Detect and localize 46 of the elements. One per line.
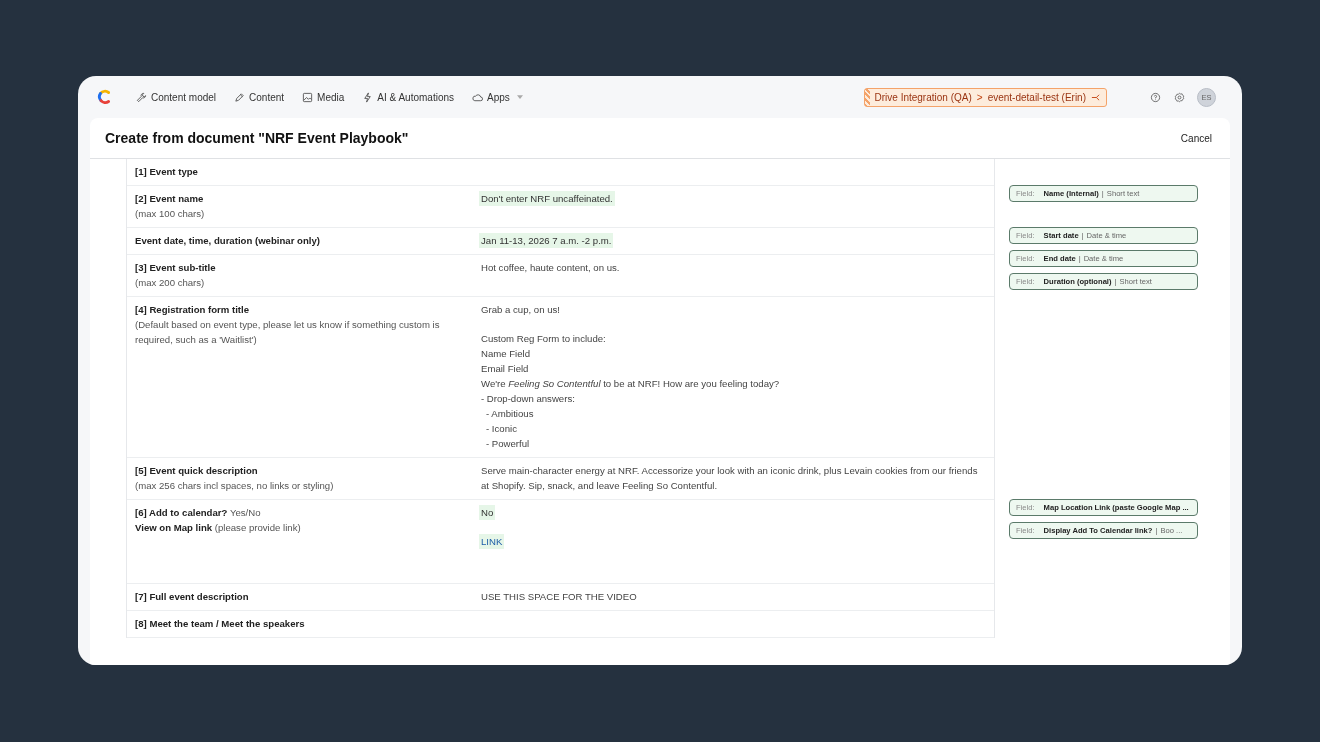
environment-selector[interactable]: Drive Integration (QA) > event-detail-test (Erin) [863, 87, 1107, 107]
field-hint: (Default based on event type, please let us know if something custom is required, such as a 'Waitlist') [135, 318, 441, 347]
field-value: USE THIS SPACE FOR THE VIDEO [481, 590, 637, 604]
field-value: We're Feeling So Contentful to be at NRF! How are you feeling today? [481, 377, 780, 391]
help-icon[interactable] [1150, 91, 1161, 103]
nav-link[interactable]: AI & Automations [362, 91, 455, 103]
field-label: [5] Event quick description [135, 464, 259, 478]
image-icon [302, 91, 314, 103]
nav-link[interactable]: Content [234, 91, 285, 103]
cancel-button[interactable]: Cancel [1174, 128, 1218, 148]
field-hint: (max 200 chars) [135, 276, 206, 290]
field-value: Email Field [481, 362, 529, 376]
nav-link[interactable]: Apps [472, 91, 523, 103]
field-value: - Iconic [485, 422, 517, 436]
field-label: [6] Add to calendar? Yes/No [135, 506, 262, 520]
field-value: Don't enter NRF uncaffeinated. [479, 191, 615, 206]
dialog-title: Create from document "NRF Event Playbook" [105, 130, 409, 146]
link[interactable]: LINK [479, 534, 505, 549]
settings-icon[interactable] [1174, 91, 1185, 103]
field-value: - Ambitious [485, 407, 534, 421]
wrench-icon [136, 91, 147, 103]
nav-link[interactable]: Content model [136, 91, 217, 103]
field-label: Event date, time, duration (webinar only) [135, 234, 321, 248]
branch-icon [1091, 92, 1100, 102]
field-value: Jan 11-13, 2026 7 a.m. -2 p.m. [479, 233, 614, 248]
field-hint: (max 100 chars) [135, 207, 206, 221]
field-label: [4] Registration form title [135, 303, 251, 317]
field-label: View on Map link (please provide link) [135, 521, 302, 535]
field-label: [7] Full event description [135, 590, 250, 604]
field-label: [1] Event type [135, 165, 199, 179]
bolt-icon [362, 91, 374, 103]
field-label: [8] Meet the team / Meet the speakers [135, 617, 306, 631]
field-value: - Powerful [485, 437, 530, 451]
pen-icon [234, 91, 246, 103]
field-value: Serve main-character energy at NRF. Accessorize your look with an iconic drink, plus Levain cookies from our friends at Shopify. Sip, snack, and leave Feeling So Contentful. [481, 464, 979, 493]
field-label: [3] Event sub-title [135, 261, 217, 275]
field-label: [2] Event name [135, 192, 205, 206]
field-value: Hot coffee, haute content, on us. [481, 261, 620, 275]
field-value: - Drop-down answers: [481, 392, 575, 406]
cloud-icon [472, 91, 484, 103]
field-value: No [479, 505, 496, 520]
field-value: Grab a cup, on us! [481, 303, 560, 317]
nav-link[interactable]: Media [302, 91, 345, 103]
field-value: Name Field [481, 347, 531, 361]
field-hint: (max 256 chars incl spaces, no links or styling) [135, 479, 335, 493]
field-value: Custom Reg Form to include: [481, 332, 606, 346]
